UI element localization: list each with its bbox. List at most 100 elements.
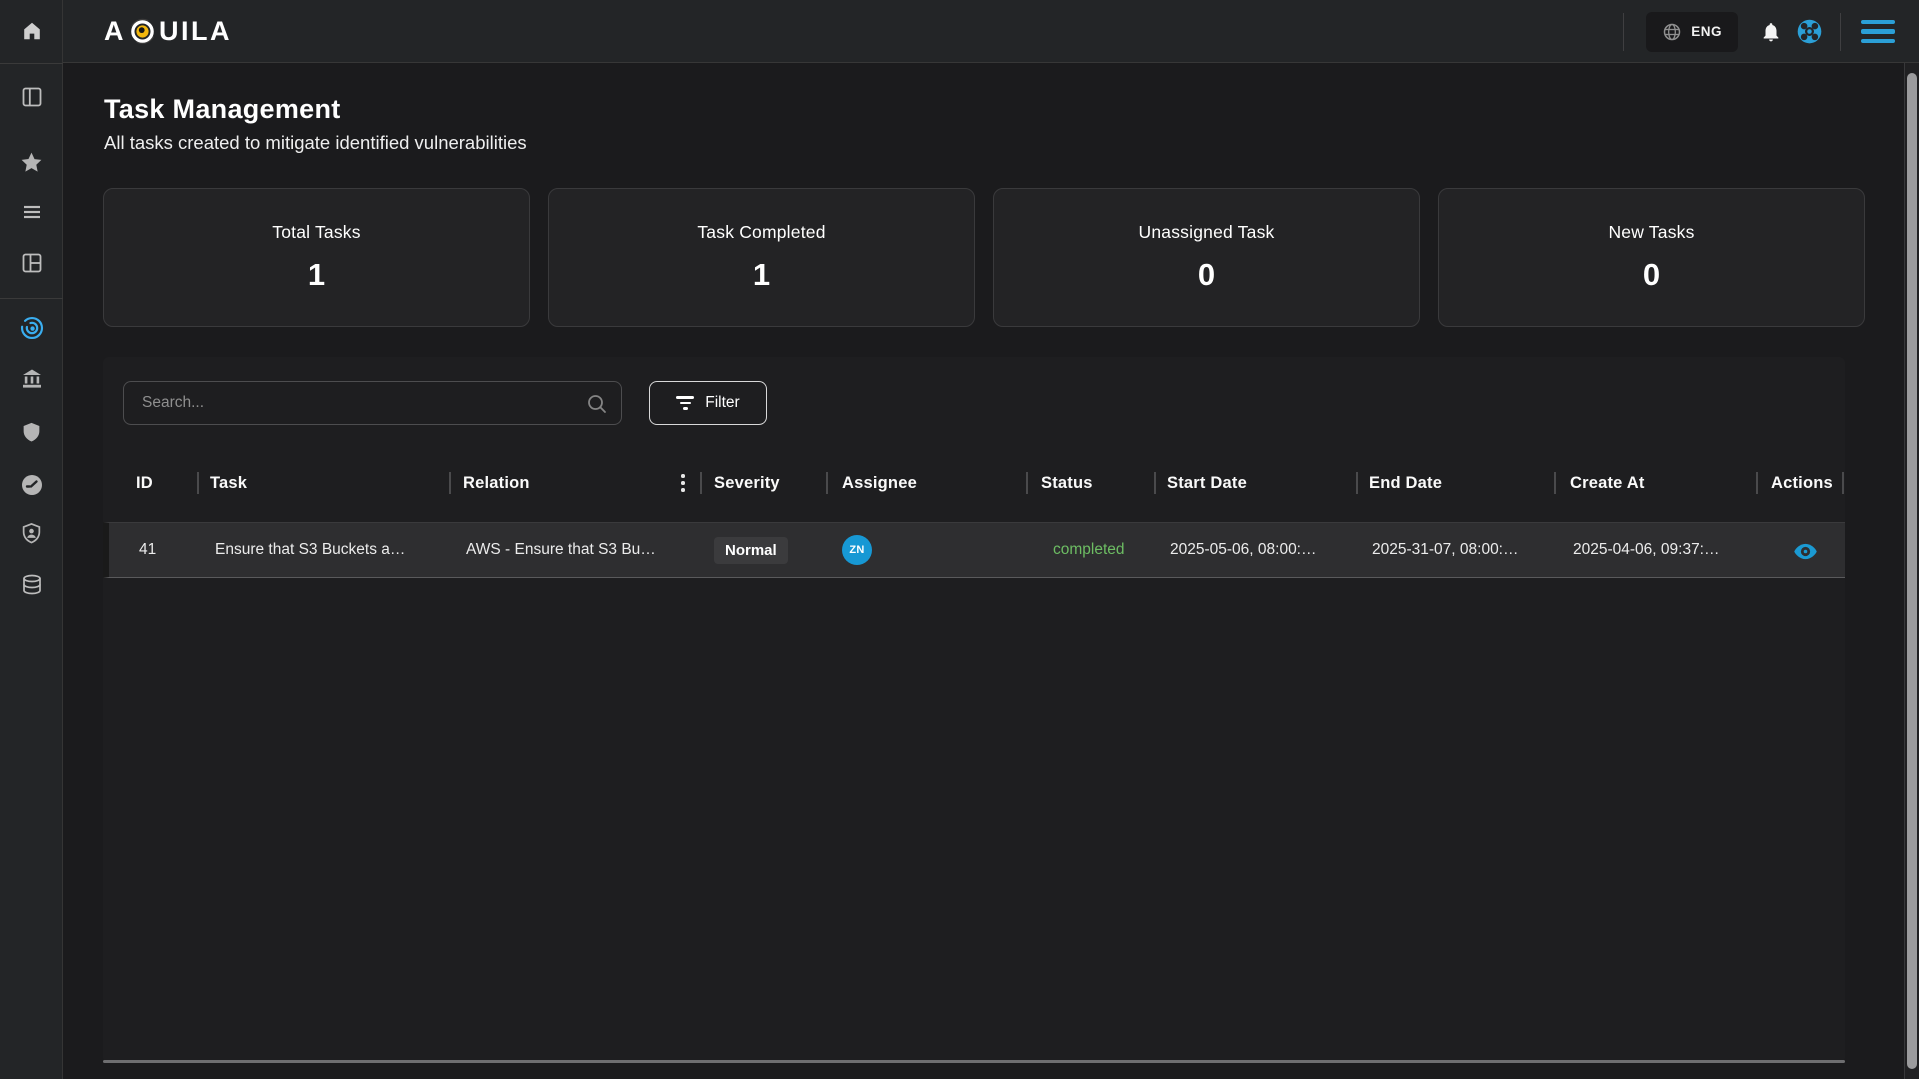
severity-badge: Normal xyxy=(714,537,788,564)
filter-button[interactable]: Filter xyxy=(649,381,767,425)
sidebar-item-home[interactable] xyxy=(0,9,63,53)
database-icon xyxy=(20,573,44,597)
left-sidebar xyxy=(0,0,63,1079)
column-divider xyxy=(1026,472,1028,494)
brand-eye-icon xyxy=(129,18,156,45)
brand-logo-prefix: A xyxy=(104,16,126,47)
stat-card-task-completed: Task Completed 1 xyxy=(548,188,975,327)
column-divider xyxy=(449,472,451,494)
column-header-severity: Severity xyxy=(714,456,780,510)
vertical-scrollbar-track xyxy=(1904,63,1919,1079)
sidebar-item-gauge[interactable] xyxy=(0,463,63,507)
stat-card-new-tasks: New Tasks 0 xyxy=(1438,188,1865,327)
gauge-icon xyxy=(20,473,44,497)
language-selector[interactable]: ENG xyxy=(1646,12,1738,52)
stat-value: 0 xyxy=(1643,257,1660,293)
page-title: Task Management xyxy=(104,94,341,125)
stat-label: Unassigned Task xyxy=(1139,222,1275,243)
cell-task: Ensure that S3 Buckets a… xyxy=(215,523,405,577)
kebab-icon xyxy=(681,474,685,478)
column-header-status: Status xyxy=(1041,456,1093,510)
column-header-end-date: End Date xyxy=(1369,456,1442,510)
column-divider xyxy=(1756,472,1758,494)
column-divider xyxy=(1154,472,1156,494)
sidebar-item-shield[interactable] xyxy=(0,410,63,454)
sidebar-item-dashboard[interactable] xyxy=(0,241,63,285)
column-divider xyxy=(826,472,828,494)
stat-label: New Tasks xyxy=(1608,222,1694,243)
sidebar-item-radar-active[interactable] xyxy=(0,306,63,350)
assignee-avatar: ZN xyxy=(842,535,872,565)
star-icon xyxy=(19,150,44,175)
stat-card-total-tasks: Total Tasks 1 xyxy=(103,188,530,327)
column-divider xyxy=(197,472,199,494)
vertical-scrollbar-thumb[interactable] xyxy=(1907,73,1917,1069)
app-root: A UILA ENG xyxy=(0,0,1919,1079)
column-menu-button[interactable] xyxy=(676,470,690,496)
brand-logo-suffix: UILA xyxy=(159,16,232,47)
bank-icon xyxy=(20,367,44,391)
column-divider xyxy=(1554,472,1556,494)
cell-start-date: 2025-05-06, 08:00:… xyxy=(1170,523,1317,577)
column-divider xyxy=(700,472,702,494)
sidebar-item-favorites[interactable] xyxy=(0,140,63,184)
cell-relation: AWS - Ensure that S3 Bu… xyxy=(466,523,656,577)
main-menu-button[interactable] xyxy=(1861,20,1895,44)
cell-id: 41 xyxy=(139,523,156,577)
sidebar-item-layout-panel[interactable] xyxy=(0,75,63,119)
sidebar-item-database[interactable] xyxy=(0,563,63,607)
brand-logo[interactable]: A UILA xyxy=(104,0,232,63)
header-divider-right xyxy=(1840,13,1841,51)
cell-status: completed xyxy=(1053,523,1125,577)
user-shield-icon xyxy=(20,522,43,545)
eye-icon xyxy=(1792,538,1819,565)
bell-icon xyxy=(1760,21,1782,43)
life-buoy-icon xyxy=(1796,18,1823,45)
language-label: ENG xyxy=(1691,24,1722,39)
column-header-id: ID xyxy=(136,456,153,510)
cell-assignee: ZN xyxy=(842,523,872,577)
column-divider xyxy=(1842,472,1844,494)
table-row[interactable]: 41 Ensure that S3 Buckets a… AWS - Ensur… xyxy=(103,522,1845,578)
filter-button-label: Filter xyxy=(705,394,739,412)
horizontal-scrollbar[interactable] xyxy=(103,1060,1845,1063)
column-header-assignee: Assignee xyxy=(842,456,917,510)
sidebar-item-list[interactable] xyxy=(0,190,63,234)
stat-label: Task Completed xyxy=(697,222,825,243)
stat-value: 1 xyxy=(753,257,770,293)
layout-panel-icon xyxy=(20,85,44,109)
sidebar-divider xyxy=(0,63,63,64)
top-header: A UILA ENG xyxy=(0,0,1919,63)
support-button[interactable] xyxy=(1790,12,1828,52)
filter-icon xyxy=(676,396,694,410)
globe-icon xyxy=(1662,22,1682,42)
hamburger-icon xyxy=(1861,20,1895,25)
sidebar-item-bank[interactable] xyxy=(0,357,63,401)
stat-label: Total Tasks xyxy=(272,222,360,243)
cell-create-at: 2025-04-06, 09:37:… xyxy=(1573,523,1720,577)
sidebar-divider xyxy=(0,298,63,299)
search-box xyxy=(123,381,622,425)
column-header-relation: Relation xyxy=(463,456,530,510)
dashboard-grid-icon xyxy=(20,251,44,275)
stat-value: 0 xyxy=(1198,257,1215,293)
header-divider-left xyxy=(1623,13,1624,51)
column-header-start-date: Start Date xyxy=(1167,456,1247,510)
column-header-task: Task xyxy=(210,456,247,510)
column-divider xyxy=(1356,472,1358,494)
sidebar-item-user-shield[interactable] xyxy=(0,511,63,555)
home-icon xyxy=(21,20,43,42)
search-icon xyxy=(585,392,609,416)
shield-icon xyxy=(20,421,43,444)
notifications-button[interactable] xyxy=(1752,12,1790,52)
stat-card-unassigned-task: Unassigned Task 0 xyxy=(993,188,1420,327)
search-input[interactable] xyxy=(124,382,621,424)
radar-icon xyxy=(19,315,45,341)
header-actions: ENG xyxy=(1623,0,1919,63)
stat-value: 1 xyxy=(308,257,325,293)
column-header-actions: Actions xyxy=(1771,456,1833,510)
view-task-button[interactable] xyxy=(1791,537,1819,565)
cell-end-date: 2025-31-07, 08:00:… xyxy=(1372,523,1519,577)
list-icon xyxy=(20,200,44,224)
page-subtitle: All tasks created to mitigate identified… xyxy=(104,132,527,154)
